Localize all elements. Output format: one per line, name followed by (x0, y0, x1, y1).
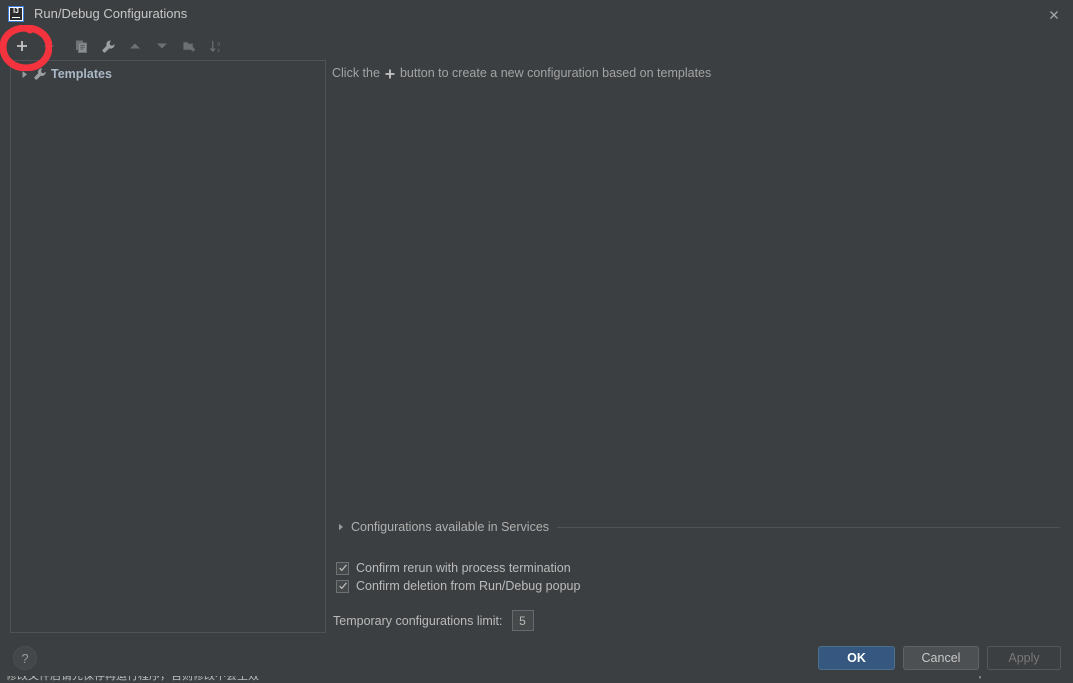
chevron-right-icon[interactable] (336, 522, 345, 532)
checkbox-label: Confirm rerun with process termination (356, 561, 571, 575)
checkbox-box[interactable] (336, 579, 349, 593)
edit-templates-button[interactable] (96, 34, 120, 58)
remove-configuration-button[interactable] (37, 34, 61, 58)
move-down-button[interactable] (150, 34, 174, 58)
move-up-button[interactable] (123, 34, 147, 58)
svg-text:a: a (217, 41, 221, 47)
checkbox-confirm-deletion[interactable]: Confirm deletion from Run/Debug popup (336, 579, 580, 593)
services-group-header[interactable]: Configurations available in Services (336, 519, 1060, 535)
cancel-button[interactable]: Cancel (903, 646, 979, 670)
status-bar-left-text: 修改文件后请先保存再运行程序，否则修改不会生效 (6, 676, 259, 682)
page-title: Run/Debug Configurations (34, 6, 188, 21)
configurations-list-panel[interactable]: Templates (10, 60, 326, 633)
apply-button[interactable]: Apply (987, 646, 1061, 670)
temporary-configurations-limit-label: Temporary configurations limit: (333, 613, 503, 628)
empty-state-hint: Click the button to create a new configu… (332, 66, 711, 80)
sort-configurations-button[interactable]: a z (204, 34, 228, 58)
chevron-right-icon[interactable] (17, 67, 31, 81)
temporary-configurations-limit-input[interactable] (511, 610, 534, 631)
group-separator (557, 526, 1060, 528)
intellij-idea-icon: IJ (8, 6, 24, 22)
tree-item-label: Templates (51, 67, 112, 81)
app-icon-text: IJ (10, 8, 22, 20)
plus-icon (384, 68, 396, 80)
configurations-toolbar: a z (10, 33, 228, 59)
checkbox-box[interactable] (336, 561, 349, 575)
title-bar: IJ Run/Debug Configurations (0, 0, 1073, 28)
status-bar-right-text: UTF-8 4 spaces Git: master (930, 676, 1065, 679)
add-configuration-button[interactable] (10, 34, 34, 58)
temporary-configurations-limit-row: Temporary configurations limit: (333, 610, 534, 631)
move-into-folder-button[interactable] (177, 34, 201, 58)
checkbox-confirm-rerun[interactable]: Confirm rerun with process termination (336, 561, 571, 575)
wrench-icon (31, 66, 49, 82)
hint-prefix: Click the (332, 66, 380, 80)
services-group-label: Configurations available in Services (351, 520, 550, 534)
ok-button[interactable]: OK (818, 646, 895, 670)
tree-item-templates[interactable]: Templates (11, 63, 325, 85)
close-icon[interactable] (1043, 4, 1065, 26)
help-button[interactable]: ? (13, 646, 37, 670)
status-bar: 修改文件后请先保存再运行程序，否则修改不会生效 UTF-8 4 spaces G… (0, 676, 1073, 683)
checkbox-label: Confirm deletion from Run/Debug popup (356, 579, 581, 593)
hint-suffix: button to create a new configuration bas… (399, 66, 712, 80)
copy-configuration-button[interactable] (69, 34, 93, 58)
svg-text:z: z (217, 47, 220, 53)
